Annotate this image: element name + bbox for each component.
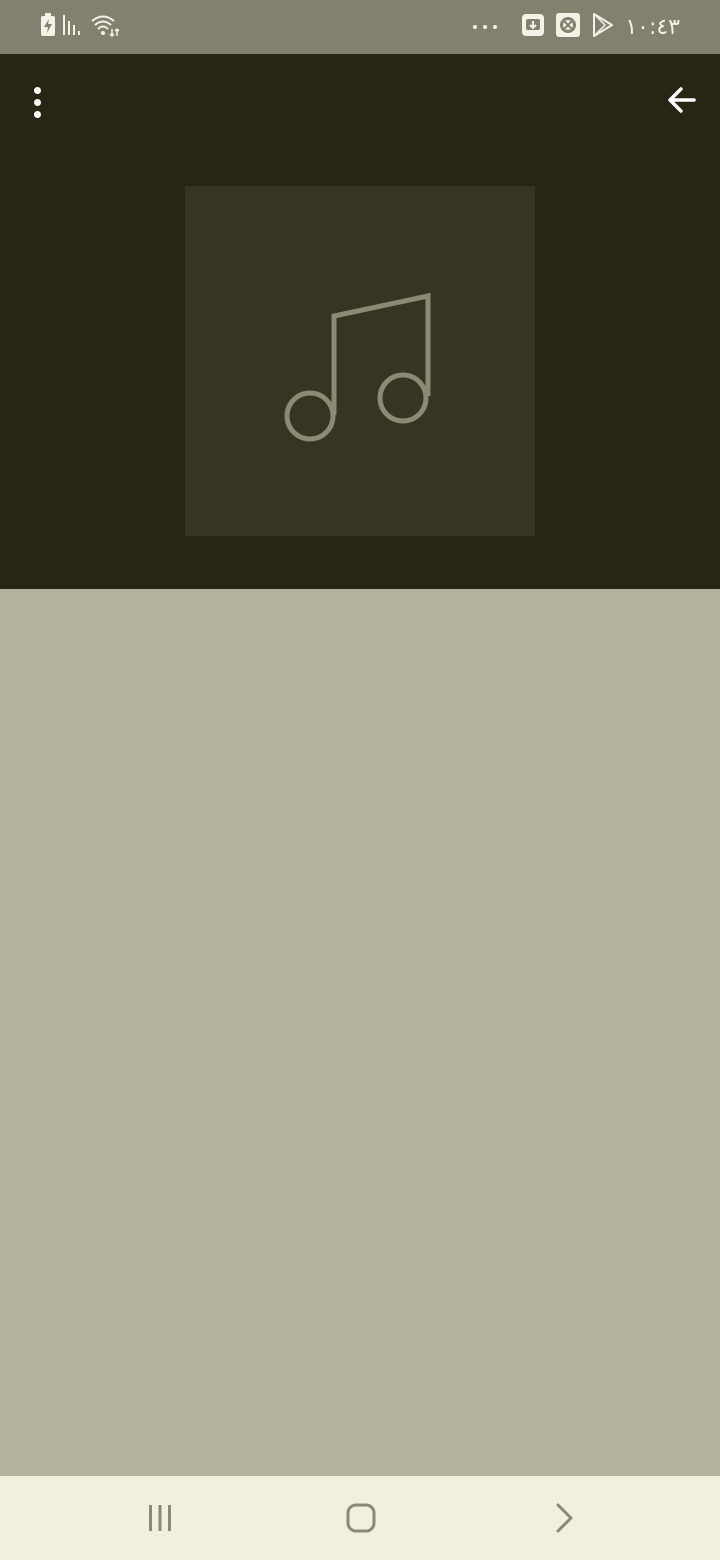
arrow-back-icon <box>668 87 696 113</box>
back-button[interactable] <box>660 80 704 124</box>
nav-back-button[interactable] <box>534 1494 594 1542</box>
status-left-icons <box>40 13 120 41</box>
home-icon <box>346 1503 376 1533</box>
navigation-bar <box>0 1476 720 1560</box>
player-header <box>0 54 720 589</box>
play-store-icon <box>591 12 615 42</box>
more-vert-icon <box>33 86 41 94</box>
more-options-button[interactable] <box>17 82 57 122</box>
recent-apps-icon <box>149 1505 171 1531</box>
chevron-right-icon <box>556 1503 573 1533</box>
battery-charging-icon <box>40 13 56 41</box>
wifi-icon <box>90 13 120 41</box>
recent-apps-button[interactable] <box>130 1494 190 1542</box>
app-notification-icon <box>555 12 581 42</box>
status-right-icons: ١٠:٤٣ <box>473 12 680 42</box>
signal-icon <box>62 13 84 41</box>
more-notifications-icon <box>473 25 498 29</box>
download-notification-icon <box>521 13 545 41</box>
music-note-icon <box>284 292 431 442</box>
home-button[interactable] <box>331 1494 391 1542</box>
status-time: ١٠:٤٣ <box>625 14 680 40</box>
album-art <box>185 186 535 536</box>
status-bar: ١٠:٤٣ <box>0 0 720 54</box>
player-content <box>0 589 720 1476</box>
